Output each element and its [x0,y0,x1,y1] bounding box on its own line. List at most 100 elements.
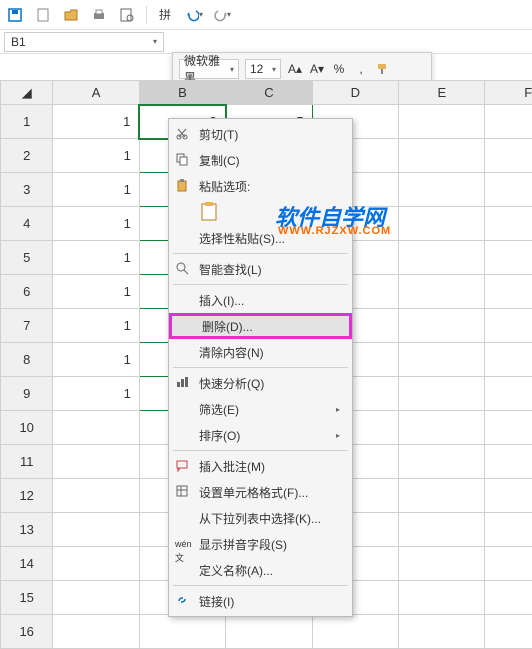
cell[interactable]: 1 [53,139,139,173]
menu-dropdown-pick[interactable]: 从下拉列表中选择(K)... [169,505,352,531]
cell[interactable]: 1 [53,173,139,207]
cell[interactable] [53,479,139,513]
cell[interactable] [485,309,532,343]
cell[interactable] [399,513,485,547]
cell[interactable] [399,343,485,377]
menu-format-cells[interactable]: 设置单元格格式(F)... [169,479,352,505]
col-header[interactable]: F [485,81,532,105]
row-header[interactable]: 11 [1,445,53,479]
preview-icon[interactable] [118,6,136,24]
row-header[interactable]: 7 [1,309,53,343]
cell[interactable] [399,173,485,207]
cell[interactable] [399,207,485,241]
open-icon[interactable] [62,6,80,24]
col-header[interactable]: E [399,81,485,105]
menu-copy[interactable]: 复制(C) [169,147,352,173]
cell[interactable] [485,581,532,615]
cell[interactable]: 1 [53,207,139,241]
cell[interactable] [399,547,485,581]
cell[interactable] [399,581,485,615]
cell[interactable] [485,547,532,581]
cell[interactable] [485,139,532,173]
menu-filter[interactable]: 筛选(E)▸ [169,396,352,422]
font-size-select[interactable]: 12▾ [245,59,281,79]
cell[interactable]: 1 [53,309,139,343]
menu-pinyin[interactable]: wén文显示拼音字段(S) [169,531,352,557]
cell[interactable] [53,615,139,649]
row-header[interactable]: 13 [1,513,53,547]
row-header[interactable]: 4 [1,207,53,241]
grow-font-icon[interactable]: A▴ [287,61,303,77]
col-header[interactable]: B [139,81,225,105]
menu-paste-special[interactable]: 选择性粘贴(S)... [169,225,352,251]
spell-icon[interactable]: 拼 [157,6,175,24]
menu-insert[interactable]: 插入(I)... [169,287,352,313]
cell[interactable]: 1 [53,343,139,377]
cell[interactable] [485,479,532,513]
menu-delete[interactable]: 删除(D)... [169,313,352,339]
cell[interactable]: 1 [53,275,139,309]
row-header[interactable]: 14 [1,547,53,581]
cell[interactable] [53,445,139,479]
row-header[interactable]: 2 [1,139,53,173]
shrink-font-icon[interactable]: A▾ [309,61,325,77]
menu-insert-comment[interactable]: 插入批注(M) [169,453,352,479]
cell[interactable] [485,445,532,479]
cell[interactable] [399,309,485,343]
row-header[interactable]: 16 [1,615,53,649]
cell[interactable] [399,479,485,513]
select-all-corner[interactable]: ◢ [1,81,53,105]
row-header[interactable]: 8 [1,343,53,377]
cell[interactable] [485,207,532,241]
font-select[interactable]: 微软雅黑▾ [179,59,239,79]
cell[interactable] [139,615,225,649]
percent-icon[interactable]: % [331,61,347,77]
comma-icon[interactable]: , [353,61,369,77]
cell[interactable] [399,241,485,275]
row-header[interactable]: 9 [1,377,53,411]
menu-sort[interactable]: 排序(O)▸ [169,422,352,448]
cell[interactable]: 1 [53,377,139,411]
cell[interactable] [485,241,532,275]
col-header[interactable]: A [53,81,139,105]
format-painter-icon[interactable] [375,61,391,77]
cell[interactable] [399,139,485,173]
menu-link[interactable]: 链接(I) [169,588,352,614]
row-header[interactable]: 3 [1,173,53,207]
print-icon[interactable] [90,6,108,24]
cell[interactable] [485,275,532,309]
cell[interactable] [399,275,485,309]
cell[interactable] [399,411,485,445]
cell[interactable] [399,105,485,139]
row-header[interactable]: 5 [1,241,53,275]
menu-clear[interactable]: 清除内容(N) [169,339,352,365]
row-header[interactable]: 10 [1,411,53,445]
cell[interactable] [53,581,139,615]
cell[interactable]: 1 [53,241,139,275]
cell[interactable] [399,445,485,479]
menu-smart-lookup[interactable]: 智能查找(L) [169,256,352,282]
cell[interactable] [485,173,532,207]
row-header[interactable]: 15 [1,581,53,615]
col-header[interactable]: C [226,81,312,105]
redo-icon[interactable]: ▾ [213,6,231,24]
cell[interactable] [226,615,312,649]
cell[interactable] [312,615,398,649]
cell[interactable]: 1 [53,105,139,139]
cell[interactable] [485,411,532,445]
cell[interactable] [485,105,532,139]
cell[interactable] [399,377,485,411]
cell[interactable] [53,411,139,445]
cell[interactable] [485,377,532,411]
col-header[interactable]: D [312,81,398,105]
menu-define-name[interactable]: 定义名称(A)... [169,557,352,583]
menu-paste-options[interactable]: 粘贴选项: [169,173,352,199]
paste-option-button[interactable] [169,199,352,225]
cell[interactable] [485,343,532,377]
menu-quick-analysis[interactable]: 快速分析(Q) [169,370,352,396]
cell[interactable] [399,615,485,649]
menu-cut[interactable]: 剪切(T) [169,121,352,147]
undo-icon[interactable]: ▾ [185,6,203,24]
cell[interactable] [485,513,532,547]
name-box[interactable]: B1 ▾ [4,32,164,52]
